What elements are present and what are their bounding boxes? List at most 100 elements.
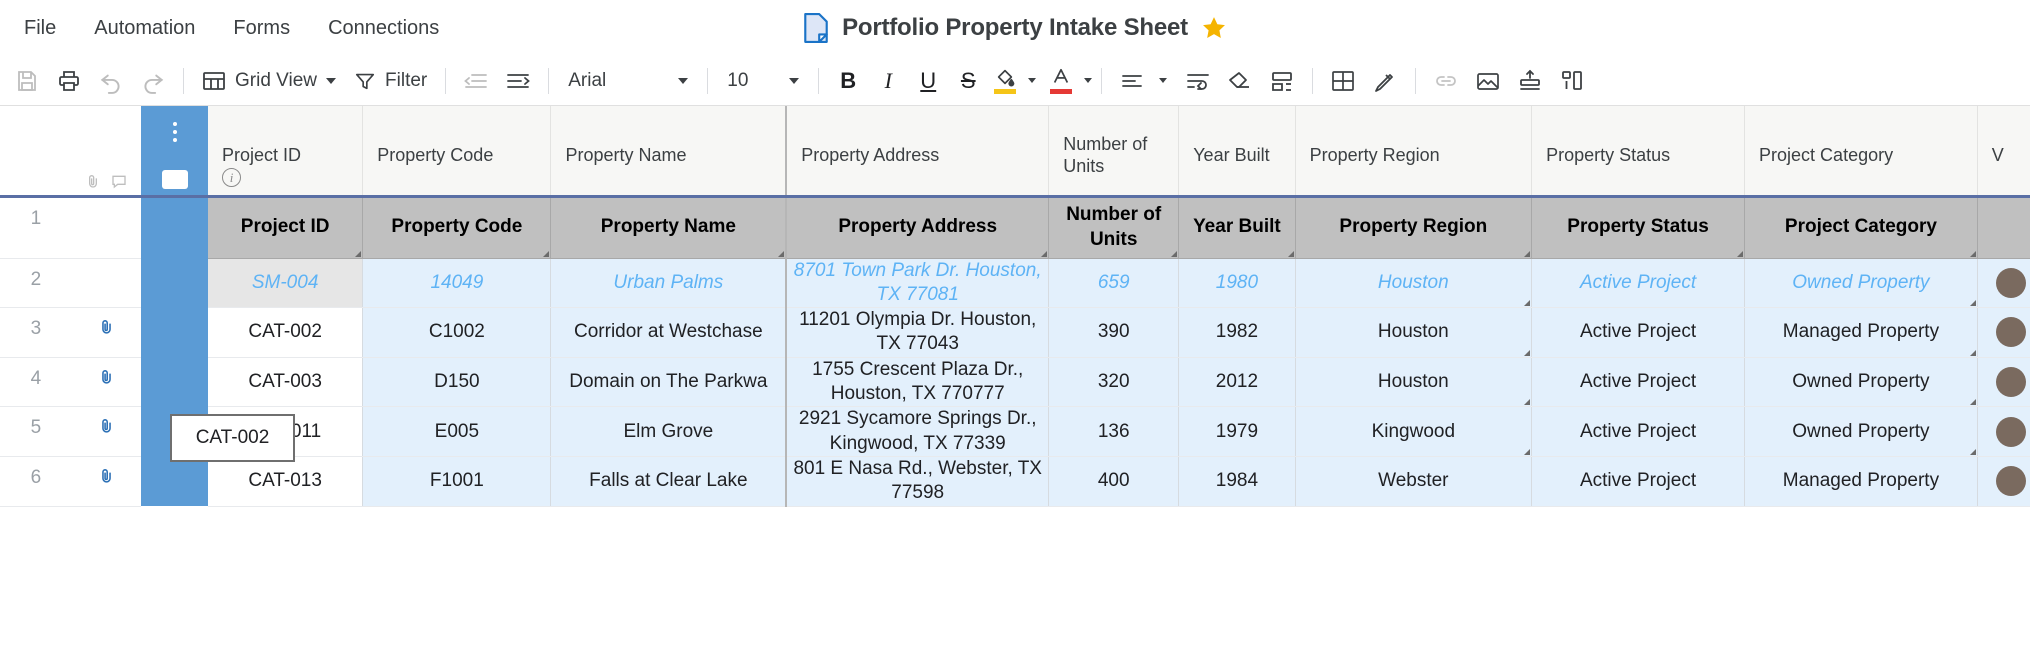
- table-row[interactable]: 2 SM-004 14049 Urban Palms 8701 Town Par…: [0, 258, 2030, 309]
- cell-avatar[interactable]: [1977, 357, 2030, 408]
- column-header-v[interactable]: V: [1977, 106, 2030, 198]
- cell[interactable]: Houston: [1295, 357, 1533, 408]
- row-number[interactable]: 5: [0, 406, 72, 457]
- image-icon[interactable]: [1467, 61, 1509, 101]
- cell[interactable]: 8701 Town Park Dr. Houston, TX 77081: [786, 258, 1050, 309]
- star-icon[interactable]: [1201, 15, 1227, 41]
- cell[interactable]: Property Status: [1531, 196, 1746, 259]
- cell-avatar[interactable]: [1977, 258, 2030, 309]
- clear-format-icon[interactable]: [1219, 61, 1261, 101]
- cell[interactable]: Managed Property: [1744, 456, 1978, 507]
- cell[interactable]: 2921 Sycamore Springs Dr., Kingwood, TX …: [786, 406, 1050, 457]
- column-header-project-id[interactable]: Project ID i: [208, 106, 364, 198]
- insert-row-icon[interactable]: [1509, 61, 1551, 101]
- row-number[interactable]: 2: [0, 258, 72, 309]
- cell[interactable]: Domain on The Parkwa: [550, 357, 788, 408]
- table-row[interactable]: 3 CAT-002 C1002 Corridor at Westchase 11…: [0, 307, 2030, 358]
- cell[interactable]: Webster: [1295, 456, 1533, 507]
- column-header-project-category[interactable]: Project Category: [1744, 106, 1978, 198]
- cell[interactable]: Owned Property: [1744, 258, 1978, 309]
- cell[interactable]: 1980: [1178, 258, 1296, 309]
- cell[interactable]: 1979: [1178, 406, 1296, 457]
- cell-avatar[interactable]: [1977, 456, 2030, 507]
- undo-icon[interactable]: [90, 61, 132, 101]
- cell[interactable]: SM-004: [208, 258, 364, 309]
- spreadsheet-grid[interactable]: CAT-002 Project ID i Property Code Prope…: [0, 106, 2030, 648]
- row-number[interactable]: 4: [0, 357, 72, 408]
- chart-icon[interactable]: [1551, 61, 1593, 101]
- column-header-number-of-units[interactable]: Number of Units: [1048, 106, 1180, 198]
- cell[interactable]: Property Region: [1295, 196, 1533, 259]
- cell-avatar[interactable]: [1977, 406, 2030, 457]
- cell[interactable]: [1977, 196, 2030, 259]
- merge-cells-icon[interactable]: [1261, 61, 1303, 101]
- strikethrough-button[interactable]: S: [948, 62, 988, 100]
- menu-item-connections[interactable]: Connections: [310, 11, 457, 46]
- cell[interactable]: Owned Property: [1744, 406, 1978, 457]
- cell[interactable]: Elm Grove: [550, 406, 788, 457]
- chevron-down-icon[interactable]: [1159, 78, 1168, 83]
- cell[interactable]: 1982: [1178, 307, 1296, 358]
- wrap-text-icon[interactable]: [1177, 61, 1219, 101]
- cell[interactable]: Owned Property: [1744, 357, 1978, 408]
- row-actions-corner[interactable]: [141, 106, 208, 198]
- table-row[interactable]: 1 Project ID Property Code Property Name…: [0, 196, 2030, 259]
- borders-icon[interactable]: [1322, 61, 1364, 101]
- italic-button[interactable]: I: [868, 62, 908, 100]
- row-number[interactable]: 1: [0, 196, 72, 259]
- row-attachment[interactable]: [71, 357, 142, 408]
- cell[interactable]: Active Project: [1531, 456, 1746, 507]
- chevron-down-icon[interactable]: [1084, 78, 1093, 83]
- column-header-property-name[interactable]: Property Name: [550, 106, 788, 198]
- cell[interactable]: Falls at Clear Lake: [550, 456, 788, 507]
- chevron-down-icon[interactable]: [1028, 78, 1037, 83]
- indent-decrease-icon[interactable]: [455, 61, 497, 101]
- cell[interactable]: Active Project: [1531, 307, 1746, 358]
- indent-increase-icon[interactable]: [497, 61, 539, 101]
- cell[interactable]: Year Built: [1178, 196, 1296, 259]
- attachment-icon[interactable]: [98, 417, 115, 434]
- attachment-icon[interactable]: [85, 173, 101, 189]
- cell[interactable]: 14049: [362, 258, 552, 309]
- row-attachment[interactable]: [71, 258, 142, 309]
- cell[interactable]: F1001: [362, 456, 552, 507]
- column-header-property-address[interactable]: Property Address: [786, 106, 1050, 198]
- bold-button[interactable]: B: [828, 62, 868, 100]
- cell[interactable]: 400: [1048, 456, 1180, 507]
- row-number[interactable]: 6: [0, 456, 72, 507]
- column-header-year-built[interactable]: Year Built: [1178, 106, 1296, 198]
- underline-button[interactable]: U: [908, 62, 948, 100]
- cell-avatar[interactable]: [1977, 307, 2030, 358]
- cell[interactable]: 801 E Nasa Rd., Webster, TX 77598: [786, 456, 1050, 507]
- cell[interactable]: E005: [362, 406, 552, 457]
- cell[interactable]: 390: [1048, 307, 1180, 358]
- table-row[interactable]: 6 CAT-013 F1001 Falls at Clear Lake 801 …: [0, 456, 2030, 507]
- comment-icon[interactable]: [111, 173, 127, 189]
- save-icon[interactable]: [6, 61, 48, 101]
- cell[interactable]: Active Project: [1531, 258, 1746, 309]
- table-row[interactable]: 4 CAT-003 D150 Domain on The Parkwa 1755…: [0, 357, 2030, 408]
- cell[interactable]: Houston: [1295, 307, 1533, 358]
- cell[interactable]: 659: [1048, 258, 1180, 309]
- cell[interactable]: 1984: [1178, 456, 1296, 507]
- highlight-icon[interactable]: [1364, 61, 1406, 101]
- cell[interactable]: C1002: [362, 307, 552, 358]
- filter-button[interactable]: Filter: [345, 64, 436, 98]
- menu-item-forms[interactable]: Forms: [215, 11, 308, 46]
- cell[interactable]: Kingwood: [1295, 406, 1533, 457]
- kebab-menu-icon[interactable]: [172, 122, 177, 142]
- cell[interactable]: Houston: [1295, 258, 1533, 309]
- attachment-icon[interactable]: [98, 318, 115, 335]
- menu-item-file[interactable]: File: [6, 11, 74, 46]
- row-attachment[interactable]: [71, 406, 142, 457]
- row-attachment[interactable]: [71, 196, 142, 259]
- cell[interactable]: D150: [362, 357, 552, 408]
- row-tab-icon[interactable]: [161, 169, 188, 189]
- cell[interactable]: 1755 Crescent Plaza Dr., Houston, TX 770…: [786, 357, 1050, 408]
- print-icon[interactable]: [48, 61, 90, 101]
- cell[interactable]: Property Name: [550, 196, 788, 259]
- grid-view-selector[interactable]: Grid View: [193, 64, 345, 98]
- cell[interactable]: Project Category: [1744, 196, 1978, 259]
- cell[interactable]: Active Project: [1531, 357, 1746, 408]
- cell[interactable]: 11201 Olympia Dr. Houston, TX 77043: [786, 307, 1050, 358]
